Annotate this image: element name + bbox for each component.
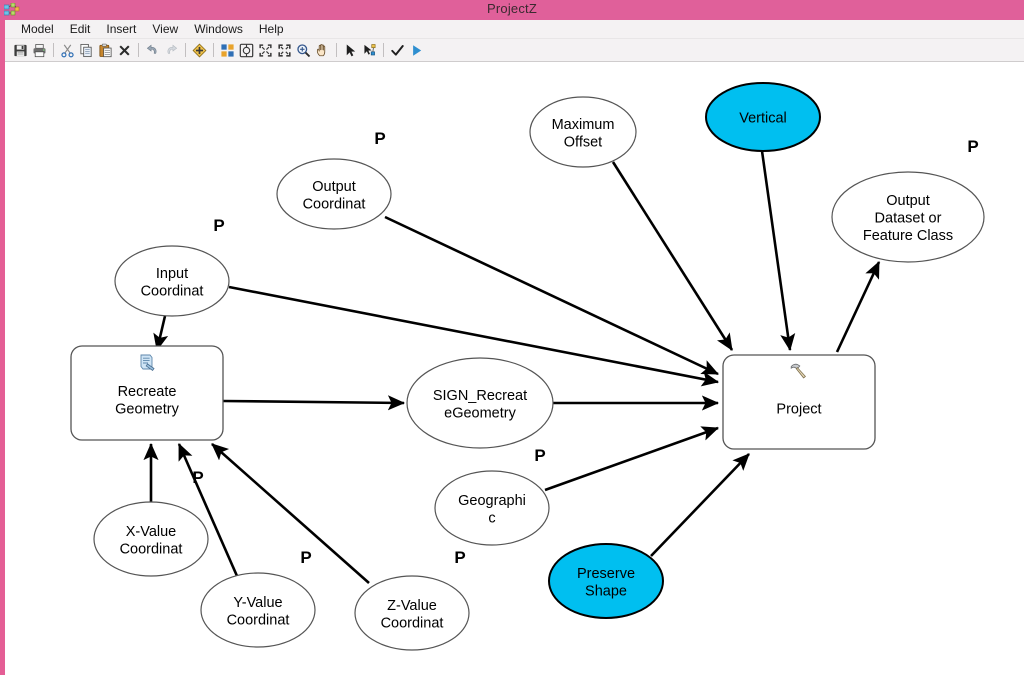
zoom-extent-icon[interactable] — [275, 41, 293, 59]
edge-maximum-offset-to-project[interactable] — [611, 161, 734, 351]
edge-vertical-to-project[interactable] — [760, 150, 796, 352]
toolbar — [5, 39, 1024, 62]
full-view-icon[interactable] — [237, 41, 255, 59]
script-tool-icon — [140, 354, 155, 371]
menu-bar: Model Edit Insert View Windows Help — [5, 20, 1024, 39]
edge-preserve-shape-to-project[interactable] — [650, 453, 750, 557]
edge-geographic-to-project[interactable] — [544, 426, 719, 492]
parameter-flag-y-value-coordinate: P — [300, 548, 311, 567]
menu-model[interactable]: Model — [13, 20, 62, 38]
connect-icon[interactable] — [360, 41, 378, 59]
parameter-flag-output-dataset-or-feature-class: P — [967, 137, 978, 156]
model-diagram: Output CoordinatPMaximum OffsetVerticalOut… — [70, 82, 985, 651]
save-icon[interactable] — [11, 41, 29, 59]
parameter-flag-z-value-coordinate: P — [454, 548, 465, 567]
node-label-z-value-coordinate: Z-Value Coordinat — [381, 598, 444, 632]
menu-windows[interactable]: Windows — [186, 20, 251, 38]
menu-help[interactable]: Help — [251, 20, 292, 38]
node-label-project: Project — [776, 402, 821, 418]
node-label-vertical: Vertical — [739, 111, 787, 127]
parameter-flag-output-coordinate: P — [374, 129, 385, 148]
toolbar-separator — [336, 43, 337, 57]
menu-edit[interactable]: Edit — [62, 20, 99, 38]
redo-icon[interactable] — [162, 41, 180, 59]
toolbar-separator — [383, 43, 384, 57]
add-data-icon[interactable] — [190, 41, 208, 59]
edge-recreate-geometry-to-sign-recreategeometry[interactable] — [222, 395, 406, 411]
title-bar: ProjectZ — [0, 0, 1024, 20]
toolbar-separator — [138, 43, 139, 57]
parameter-flag-input-coordinate: P — [213, 216, 224, 235]
select-arrow-icon[interactable] — [341, 41, 359, 59]
run-play-icon[interactable] — [407, 41, 425, 59]
window-title: ProjectZ — [486, 1, 537, 16]
node-label-y-value-coordinate: Y-Value Coordinat — [227, 595, 290, 629]
undo-icon[interactable] — [143, 41, 161, 59]
node-label-sign-recreategeometry: SIGN_Recreat eGeometry — [433, 388, 527, 422]
menu-insert[interactable]: Insert — [98, 20, 144, 38]
node-layer — [70, 82, 985, 651]
toolbar-separator — [53, 43, 54, 57]
model-canvas[interactable]: Output Coordinat P Maximum Offset Vertical Out… — [5, 62, 1024, 675]
delete-icon[interactable] — [115, 41, 133, 59]
toolbar-separator — [185, 43, 186, 57]
node-label-recreate-geometry: Recreate Geometry — [115, 384, 179, 418]
edge-z-value-coordinate-to-recreate-geometry[interactable] — [211, 443, 370, 584]
parameter-flag-geographic: P — [534, 446, 545, 465]
print-icon[interactable] — [30, 41, 48, 59]
copy-icon[interactable] — [77, 41, 95, 59]
toolbar-separator — [213, 43, 214, 57]
node-label-x-value-coordinate: X-Value Coordinat — [120, 524, 183, 558]
parameter-flag-extra-0: P — [192, 468, 203, 487]
edge-project-to-output-dataset-or-feature-class[interactable] — [835, 261, 881, 353]
paste-icon[interactable] — [96, 41, 114, 59]
zoom-in-icon[interactable] — [294, 41, 312, 59]
validate-check-icon[interactable] — [388, 41, 406, 59]
cut-icon[interactable] — [58, 41, 76, 59]
edge-input-coordinate-to-recreate-geometry[interactable] — [153, 315, 169, 352]
menu-view[interactable]: View — [144, 20, 186, 38]
zoom-to-selected-icon[interactable] — [256, 41, 274, 59]
pan-icon[interactable] — [313, 41, 331, 59]
auto-layout-icon[interactable] — [218, 41, 236, 59]
application-window: ProjectZ Model Edit Insert View Windows … — [0, 0, 1024, 675]
node-label-preserve-shape: Preserve Shape — [577, 566, 635, 600]
